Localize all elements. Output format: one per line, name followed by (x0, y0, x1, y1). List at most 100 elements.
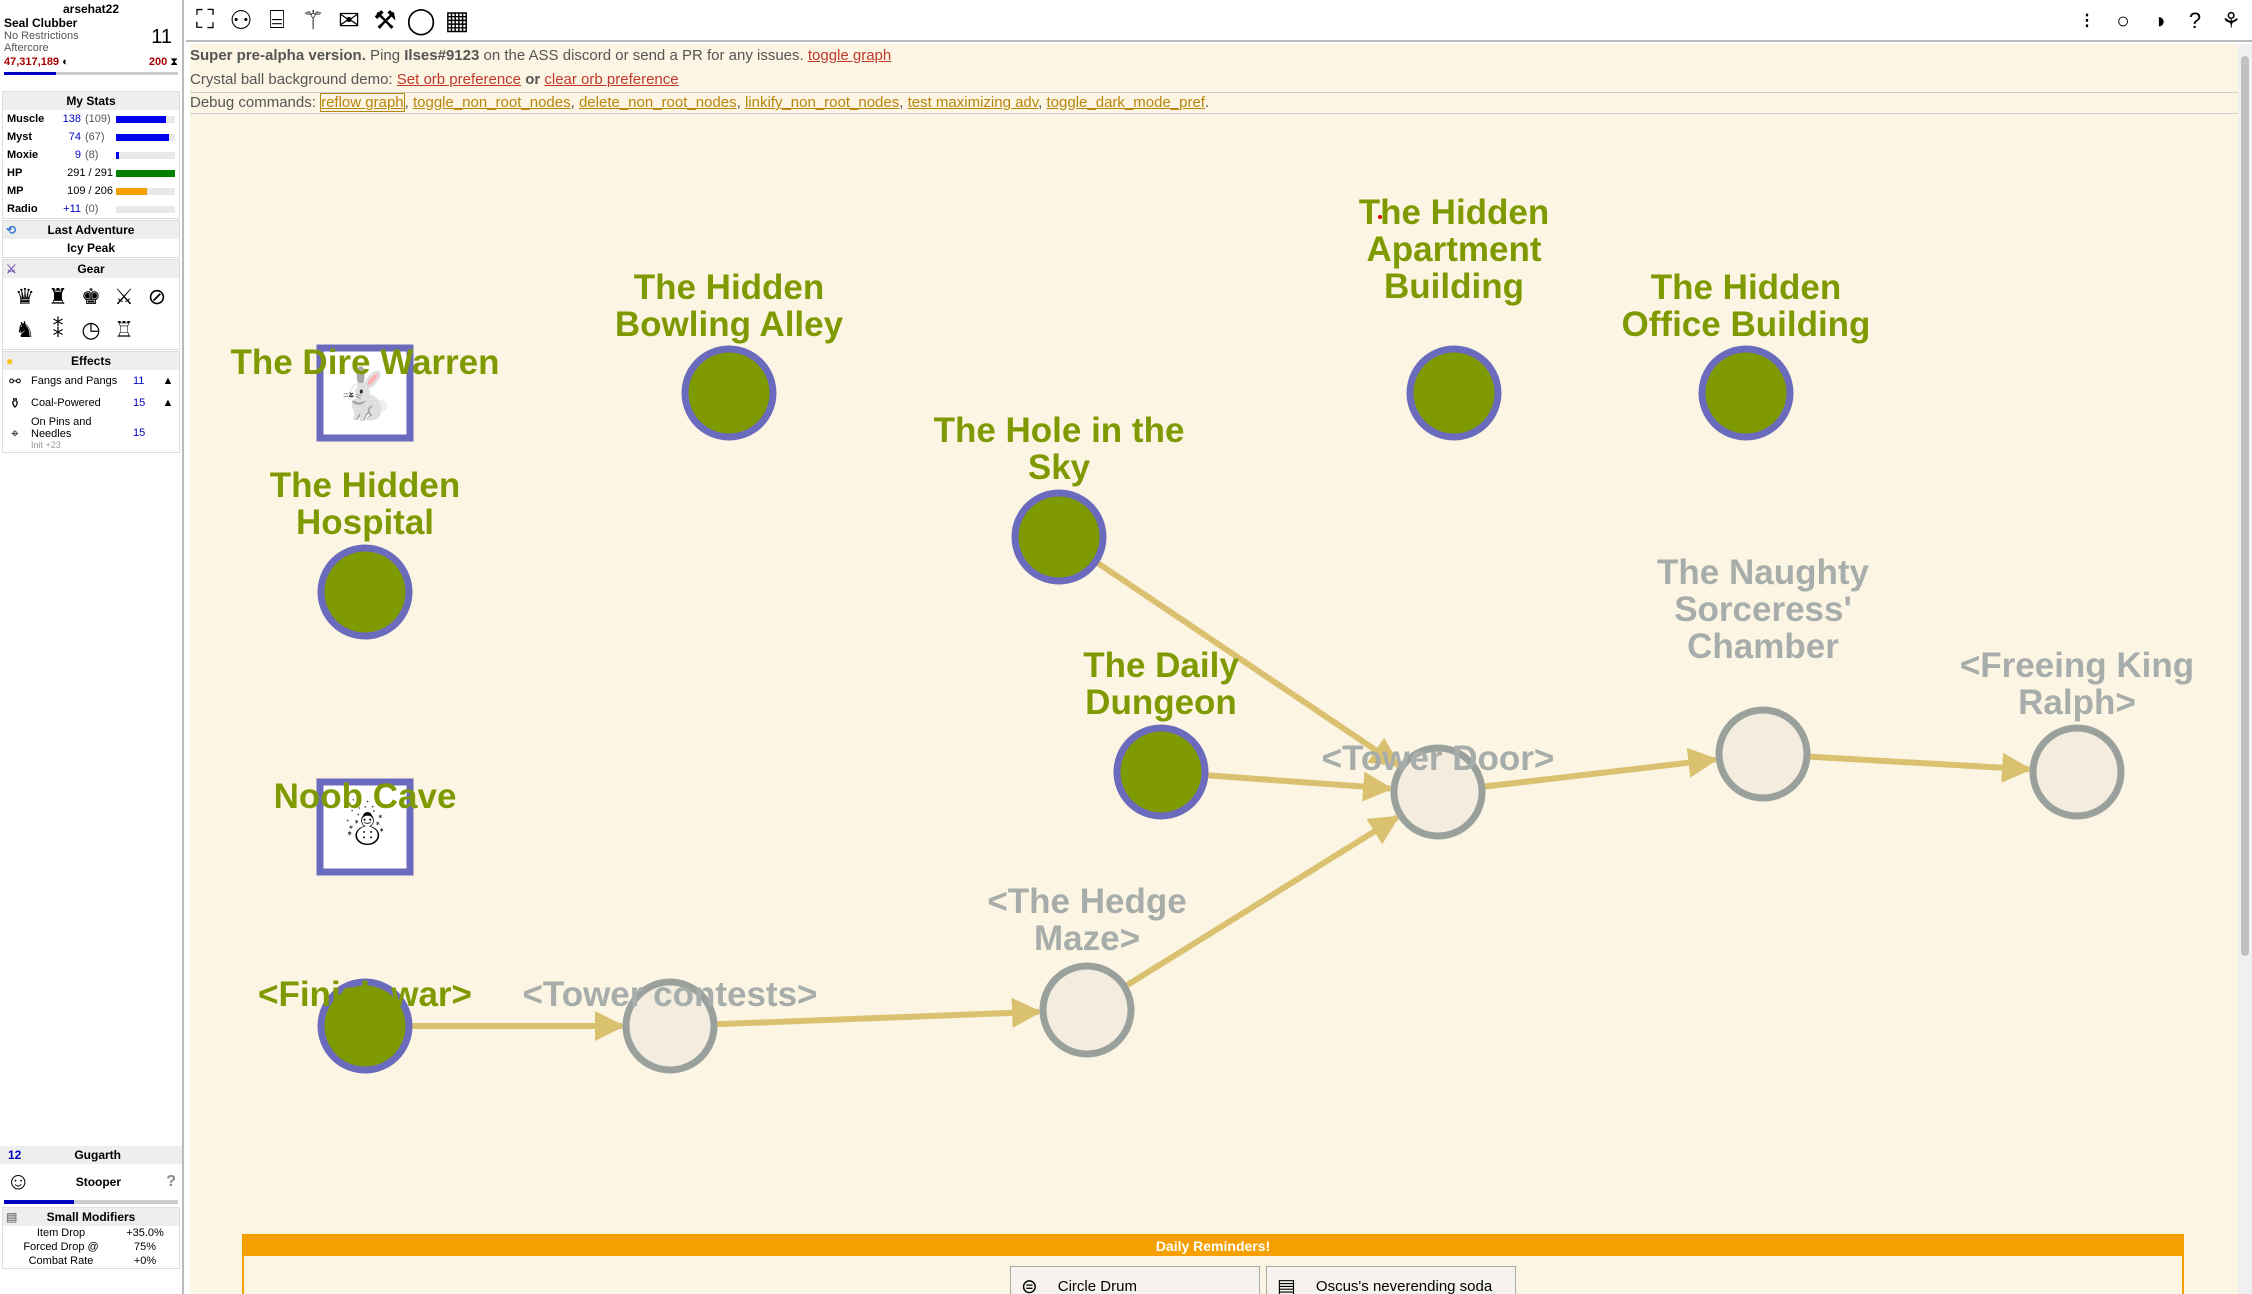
effect-duration: 15 (133, 397, 146, 409)
jacket-icon[interactable]: ♚ (76, 282, 106, 312)
effect-row[interactable]: ⌖ On Pins and Needles Init +23 15 (3, 414, 179, 452)
effects-header-icon: ● (6, 354, 14, 368)
familiar-type: Stooper (75, 1175, 122, 1189)
modifier-row: Item Drop +35.0% (3, 1226, 179, 1240)
graph-node-hole[interactable]: The Hole in theSky (934, 411, 1185, 585)
bug-icon[interactable]: ⚘ (2218, 4, 2244, 38)
graph-node-label: The Hidden (1651, 268, 1842, 307)
graph-node-finish[interactable]: <Finish war> (258, 975, 472, 1074)
calendar-icon[interactable]: ▦ (440, 3, 474, 37)
graph-node-label: The Hole in the (934, 411, 1185, 450)
effect-name: On Pins and Needles Init +23 (25, 416, 133, 450)
gear-section: ⚔ Gear ♛ ♜ ♚ ⚔ ⊘ ♞ ⁑ ◷ ♖ (2, 259, 180, 350)
no-icon[interactable]: ⊘ (142, 282, 172, 312)
sword-icon[interactable]: ⚔ (109, 282, 139, 312)
notes-icon[interactable]: ⁝ (2074, 4, 2100, 38)
stat-value: 74 (68, 131, 81, 143)
familiar-progress-bar (4, 1200, 178, 1204)
stat-value: 138 (62, 113, 81, 125)
moon-icon[interactable]: ○ (2110, 4, 2136, 38)
reminder-label: Oscus's neverending soda (1315, 1277, 1493, 1294)
character-name[interactable]: arsehat22 (4, 2, 178, 16)
extend-effect-icon[interactable]: ▲ (159, 397, 177, 409)
modifiers-section: ▤ Small Modifiers Item Drop +35.0% Forced D… (2, 1207, 180, 1269)
wand-icon[interactable]: ⚚ (296, 3, 330, 37)
quest-graph: 🐇The Dire WarrenThe HiddenBowling AlleyT… (230, 193, 2194, 1074)
hp-bar (116, 169, 175, 177)
character-pane: arsehat22 Seal Clubber No Restrictions A… (0, 0, 184, 1294)
inventory-icon[interactable]: ⚇ (224, 3, 258, 37)
effect-row[interactable]: ⚯ Fangs and Pangs 11 ▲ (3, 370, 179, 392)
main-pane: Super pre-alpha version. Ping Ilses#9123… (190, 44, 2238, 1294)
stat-bar (116, 151, 175, 159)
graph-node-ralph[interactable]: <Freeing KingRalph> (1960, 646, 2194, 820)
clock-icon[interactable]: ◷ (76, 315, 106, 345)
character-summary: arsehat22 Seal Clubber No Restrictions A… (0, 0, 182, 90)
drum-icon: ⊜ (1021, 1275, 1038, 1294)
modifier-value: 75% (133, 1241, 157, 1253)
graph-node-office[interactable]: The HiddenOffice Building (1622, 268, 1871, 441)
effect-icon: ⚯ (9, 372, 21, 389)
last-adventure-section: ⟲ Last Adventure Icy Peak (2, 220, 180, 258)
mail-icon[interactable]: ✉ (332, 3, 366, 37)
graph-node-label: Building (1384, 267, 1524, 306)
graph-node-hospital[interactable]: The HiddenHospital (270, 466, 461, 640)
graph-node-daily[interactable]: The DailyDungeon (1083, 646, 1239, 820)
graph-node-noob[interactable]: ☃Noob Cave (274, 777, 457, 876)
graph-node-label: Sky (1028, 448, 1091, 487)
main-scrollbar[interactable] (2238, 44, 2252, 1294)
graph-node-dire[interactable]: 🐇The Dire Warren (230, 343, 500, 442)
effects-header: Effects (70, 354, 111, 368)
graph-node-label: The Dire Warren (230, 343, 499, 382)
graph-node-label: Noob Cave (274, 777, 457, 816)
meat-count: 47,317,189 (4, 56, 60, 68)
graph-node-label: Dungeon (1085, 683, 1237, 722)
graph-node-bowling[interactable]: The HiddenBowling Alley (615, 268, 844, 441)
modifier-name: Forced Drop @ (23, 1241, 99, 1253)
boot-icon[interactable]: ♞ (10, 315, 40, 345)
adventure-count: 200 (148, 56, 168, 68)
graph-node-apartment[interactable]: The HiddenApartmentBuilding (1359, 193, 1550, 441)
gear-grid: ♛ ♜ ♚ ⚔ ⊘ ♞ ⁑ ◷ ♖ (3, 278, 179, 349)
effects-section: ● Effects ⚯ Fangs and Pangs 11 ▲ ⚱ Coal-Powere… (2, 351, 180, 453)
stat-bar (116, 133, 175, 141)
adventure-icon: ⟲ (6, 223, 17, 237)
last-adventure-link[interactable]: Icy Peak (3, 239, 179, 257)
familiar-weight: 12 (8, 1148, 22, 1162)
extend-effect-icon[interactable]: ▲ (159, 375, 177, 387)
modifier-row: Forced Drop @ 75% (3, 1240, 179, 1254)
reminder-soda[interactable]: ▤ Oscus's neverending soda (1266, 1266, 1516, 1294)
map-icon[interactable]: ⛶ (188, 3, 222, 37)
numbers-icon[interactable]: ⁑ (43, 315, 73, 345)
familiar-name[interactable]: Gugarth (21, 1148, 174, 1162)
stat-row-moxie: Moxie 9 (8) (3, 146, 179, 164)
familiar-equipment-icon[interactable]: ? (166, 1173, 176, 1191)
modifiers-header: Small Modifiers (46, 1210, 136, 1224)
graph-node-label: Sorceress' (1674, 590, 1852, 629)
radio-base: (0) (85, 203, 99, 215)
graph-node-label: The Daily (1083, 646, 1239, 685)
stat-base: (109) (85, 113, 111, 125)
familiar-icon[interactable]: ☺ (6, 1168, 31, 1196)
effect-name: Fangs and Pangs (31, 375, 118, 387)
stat-name: Myst (7, 131, 33, 143)
robot-icon[interactable]: ♖ (109, 315, 139, 345)
effect-icon: ⌖ (11, 424, 19, 441)
help-icon[interactable]: ? (2182, 4, 2208, 38)
modifier-name: Item Drop (36, 1227, 86, 1239)
effect-row[interactable]: ⚱ Coal-Powered 15 ▲ (3, 392, 179, 414)
hp-value: 291 / 291 (67, 167, 113, 179)
graph-node-label: Maze> (1034, 919, 1140, 958)
reminder-label: Circle Drum (1057, 1277, 1137, 1294)
chat-icon[interactable]: ◯ (404, 3, 438, 37)
hourglass-icon: ⧗ (170, 56, 178, 68)
stat-name: Moxie (7, 149, 39, 161)
skills-book-icon[interactable]: ⌸ (260, 3, 294, 37)
shirt-icon[interactable]: ♜ (43, 282, 73, 312)
reminder-circle-drum[interactable]: ⊜ Circle Drum (1010, 1266, 1260, 1294)
crafting-icon[interactable]: ⚒ (368, 3, 402, 37)
mp-bar (116, 187, 175, 195)
graph-node-label: Bowling Alley (615, 305, 844, 344)
contrast-icon[interactable]: ◑ (2146, 4, 2172, 38)
crown-icon[interactable]: ♛ (10, 282, 40, 312)
